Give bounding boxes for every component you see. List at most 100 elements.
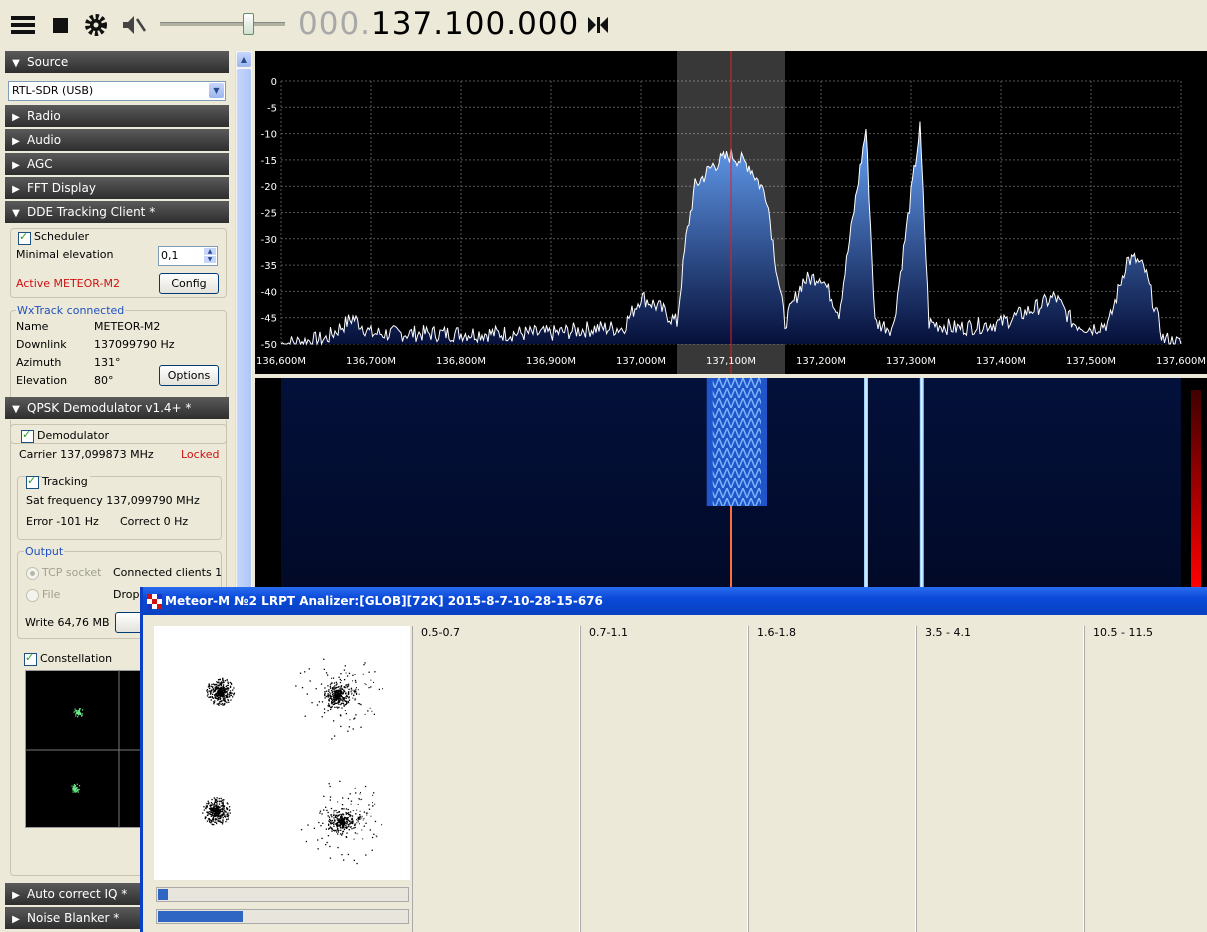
frequency-dim-digits: 000.	[298, 6, 372, 42]
section-source[interactable]: ▼ Source	[5, 51, 229, 74]
waterfall-gain-bar	[1191, 390, 1201, 587]
channel-label-4: 3.5 - 4.1	[925, 626, 971, 639]
spectrum-xtick-label: 137,100M	[706, 356, 756, 367]
min-elevation-label: Minimal elevation	[16, 248, 114, 261]
spectrum-ytick-label: -50	[261, 340, 277, 351]
error-label: Error -101 Hz	[26, 515, 99, 528]
spectrum-xtick-label: 137,000M	[616, 356, 666, 367]
spectrum-xtick-label: 137,300M	[886, 356, 936, 367]
signal-quality-bar	[156, 887, 409, 902]
section-fft-display[interactable]: ▶ FFT Display	[5, 177, 229, 200]
spin-down-icon[interactable]: ▼	[204, 256, 216, 263]
config-button[interactable]: Config	[159, 273, 219, 294]
section-dde-tracking[interactable]: ▼ DDE Tracking Client *	[5, 201, 229, 224]
azimuth-label: Azimuth	[16, 356, 62, 369]
channel-column-5: 10.5 - 11.5	[1084, 626, 1207, 932]
channel-label-2: 0.7-1.1	[589, 626, 628, 639]
spectrum-xtick-label: 137,500M	[1066, 356, 1116, 367]
active-satellite-label: Active METEOR-M2	[16, 277, 120, 290]
write-label: Write 64,76 MB	[25, 616, 110, 629]
toolbar: 000.137.100.000	[0, 0, 1207, 50]
menu-icon[interactable]	[8, 10, 38, 40]
azimuth-value: 131°	[94, 356, 121, 369]
mute-icon[interactable]	[118, 10, 148, 40]
volume-slider-thumb[interactable]	[242, 13, 254, 35]
channel-label-3: 1.6-1.8	[757, 626, 796, 639]
spectrum-xtick-label: 136,900M	[526, 356, 576, 367]
stop-icon[interactable]	[46, 10, 76, 40]
file-label: File	[42, 588, 61, 601]
constellation-checkbox[interactable]	[24, 651, 37, 666]
spectrum-chart[interactable]: 0 -5 -10 -15 -20 -25 -30 -35 -40 -45 -50 136,600M 1…	[255, 51, 1207, 374]
frequency-display[interactable]: 000.137.100.000	[298, 6, 579, 42]
spectrum-ytick-label: -45	[261, 314, 277, 325]
spectrum-ytick-label: -5	[267, 103, 277, 114]
channel-column-2: 0.7-1.1	[580, 626, 748, 932]
spectrum-ytick-label: -10	[261, 130, 277, 141]
signal-level-bar	[156, 909, 409, 924]
sat-name-label: Name	[16, 320, 49, 333]
waterfall-signal-pattern	[712, 378, 761, 506]
analyzer-title-bar[interactable]: Meteor-M №2 LRPT Analizer:[GLOB][72K] 20…	[143, 587, 1207, 615]
spectrum-ytick-label: -20	[261, 182, 277, 193]
options-button[interactable]: Options	[159, 365, 219, 386]
output-label: Output	[24, 545, 65, 558]
spectrum-ytick-label: -35	[261, 261, 277, 272]
connected-clients-label: Connected clients 1	[113, 566, 223, 579]
sat-name-value: METEOR-M2	[94, 320, 161, 333]
section-agc[interactable]: ▶ AGC	[5, 153, 229, 176]
scroll-up-icon[interactable]: ▲	[237, 52, 251, 67]
tcp-socket-radio[interactable]	[26, 567, 39, 580]
chevron-down-icon[interactable]: ▼	[209, 83, 224, 98]
spectrum-xtick-label: 136,700M	[346, 356, 396, 367]
analyzer-title: Meteor-M №2 LRPT Analizer:[GLOB][72K] 20…	[165, 594, 603, 608]
spectrum-xtick-label: 137,600M	[1156, 356, 1206, 367]
wxtrack-label: WxTrack connected	[16, 304, 126, 317]
source-select[interactable]: RTL-SDR (USB) ▼	[8, 81, 226, 101]
spectrum-ytick-label: -30	[261, 235, 277, 246]
constellation-plot	[25, 670, 143, 828]
app-icon	[147, 594, 162, 609]
tracking-checkbox[interactable]	[26, 474, 39, 489]
channel-column-4: 3.5 - 4.1	[916, 626, 1084, 932]
section-audio[interactable]: ▶ Audio	[5, 129, 229, 152]
waterfall-display[interactable]	[255, 378, 1207, 587]
tracking-label: Tracking	[42, 475, 90, 488]
file-radio[interactable]	[26, 589, 39, 602]
spectrum-xtick-label: 137,200M	[796, 356, 846, 367]
waterfall-carrier-core	[921, 378, 923, 587]
carrier-label: Carrier 137,099873 MHz	[19, 448, 154, 461]
demodulator-checkbox[interactable]	[21, 428, 34, 443]
elevation-value: 80°	[94, 374, 114, 387]
min-elevation-input[interactable]: 0,1 ▲ ▼	[158, 246, 218, 266]
lrpt-analyzer-window[interactable]: Meteor-M №2 LRPT Analizer:[GLOB][72K] 20…	[140, 587, 1207, 932]
scheduler-checkbox[interactable]	[18, 230, 31, 245]
locked-status: Locked	[181, 448, 220, 461]
correct-label: Correct 0 Hz	[120, 515, 189, 528]
waterfall-carrier-core	[865, 378, 867, 587]
tcp-socket-label: TCP socket	[42, 566, 102, 579]
spectrum-xtick-label: 136,800M	[436, 356, 486, 367]
spectrum-ytick-label: -25	[261, 209, 277, 220]
spectrum-ytick-label: -15	[261, 156, 277, 167]
spectrum-ytick-label: 0	[271, 77, 277, 88]
spectrum-ytick-label: -40	[261, 287, 277, 298]
frequency-main-digits: 137.100.000	[371, 6, 580, 42]
section-radio[interactable]: ▶ Radio	[5, 105, 229, 128]
channel-label-1: 0.5-0.7	[421, 626, 460, 639]
scheduler-label: Scheduler	[34, 230, 90, 243]
gear-icon[interactable]	[81, 10, 111, 40]
constellation-diagram	[154, 626, 410, 880]
elevation-label: Elevation	[16, 374, 68, 387]
spin-up-icon[interactable]: ▲	[204, 248, 216, 255]
skip-icon[interactable]	[583, 10, 613, 40]
volume-slider[interactable]	[160, 13, 285, 35]
downlink-value: 137099790 Hz	[94, 338, 175, 351]
min-elevation-value: 0,1	[161, 249, 179, 262]
demodulator-label: Demodulator	[37, 429, 109, 442]
channel-column-3: 1.6-1.8	[748, 626, 916, 932]
sat-frequency-label: Sat frequency 137,099790 MHz	[26, 494, 200, 507]
section-qpsk-demodulator[interactable]: ▼ QPSK Demodulator v1.4+ *	[5, 397, 229, 420]
spectrum-xtick-label: 137,400M	[976, 356, 1026, 367]
source-select-value: RTL-SDR (USB)	[12, 84, 94, 97]
